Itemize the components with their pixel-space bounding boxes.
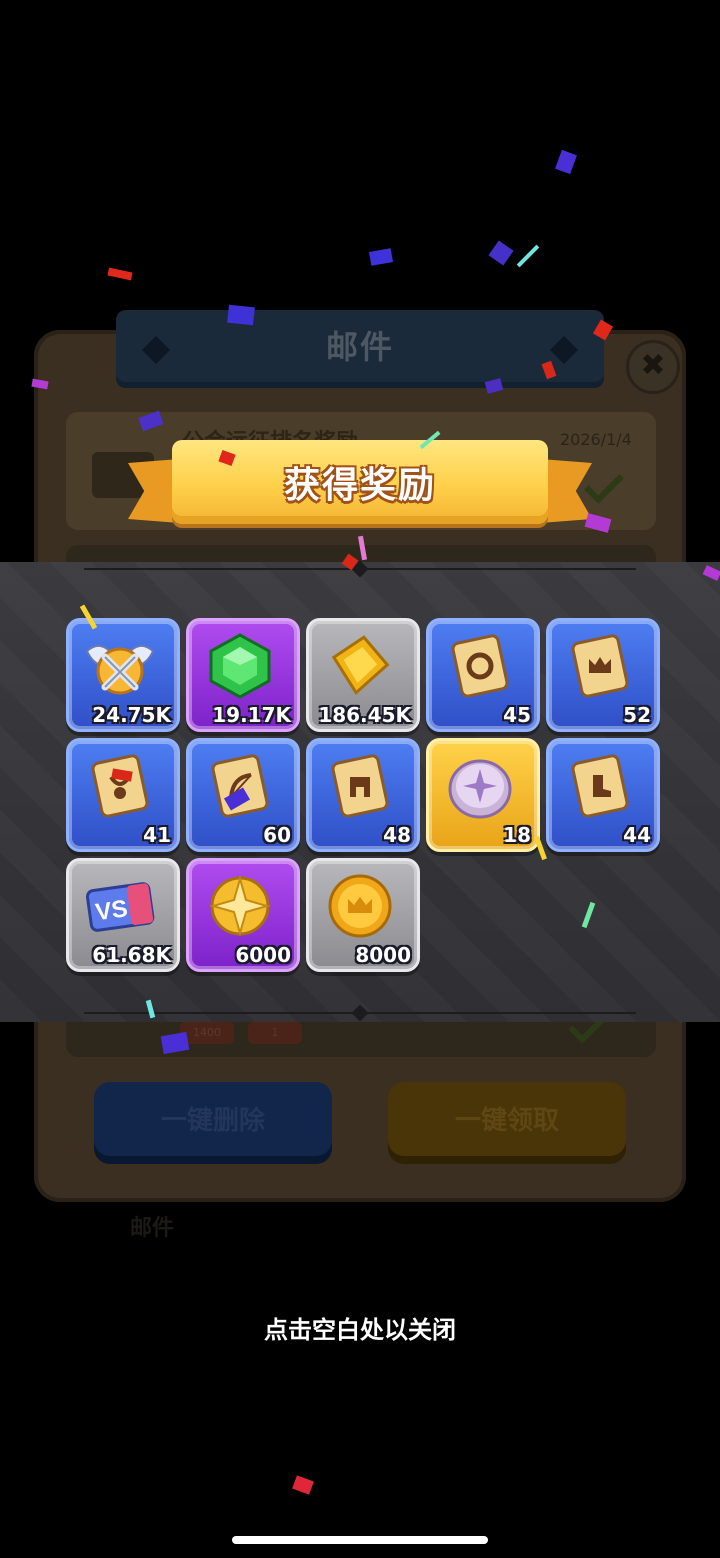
confetti [488,240,514,266]
reward-quantity: 18 [503,823,531,847]
reward-item[interactable]: 24.75K [66,618,180,732]
delete-all-button[interactable]: 一键删除 [94,1082,332,1164]
reward-quantity: 48 [383,823,411,847]
confetti [227,304,255,326]
claim-all-button[interactable]: 一键领取 [388,1082,626,1164]
vs-ticket-icon: VS [85,882,155,932]
gold-star-emblem-icon [209,875,271,937]
gold-coin-icon [331,635,390,696]
bottom-tab-label: 邮件 [130,1216,175,1241]
reward-item[interactable]: 19.17K [186,618,300,732]
scroll-boots-icon [571,754,629,818]
reward-quantity: 60 [263,823,291,847]
scroll-bow-icon [211,754,269,818]
mail-item-date: 2026/1/4 [560,430,632,449]
tap-to-close-hint[interactable]: 点击空白处以关闭 [0,1310,720,1345]
reward-item[interactable]: VS 61.68K [66,858,180,972]
confetti [292,1475,314,1495]
scroll-armor-icon [331,754,389,818]
scroll-amulet-icon [91,754,149,818]
confetti [107,267,133,281]
reward-item[interactable]: 6000 [186,858,300,972]
reward-chip: 1 [248,1022,302,1044]
confetti [516,244,540,268]
reward-quantity: 6000 [235,943,291,967]
green-gem-icon [209,633,271,699]
reward-quantity: 19.17K [212,703,291,727]
winged-swords-badge-icon [85,644,155,695]
reward-item[interactable]: 186.45K [306,618,420,732]
reward-item[interactable]: 52 [546,618,660,732]
reward-item[interactable]: 8000 [306,858,420,972]
crown-coin-icon [328,874,392,938]
reward-quantity: 41 [143,823,171,847]
scroll-helmet-icon [451,634,509,698]
confetti [368,248,394,266]
mail-title: 邮件 [325,328,394,366]
home-indicator[interactable] [232,1536,488,1544]
reward-quantity: 24.75K [92,703,171,727]
scroll-crown-icon [571,634,629,698]
reward-quantity: 61.68K [92,943,171,967]
reward-chip: 1400 [180,1022,234,1044]
reward-item[interactable]: 18 [426,738,540,852]
reward-quantity: 52 [623,703,651,727]
reward-item[interactable]: 45 [426,618,540,732]
reward-item[interactable]: 41 [66,738,180,852]
svg-text:VS: VS [94,895,129,926]
reward-quantity: 186.45K [318,703,411,727]
reward-item[interactable]: 44 [546,738,660,852]
star-coin-icon [448,759,512,819]
confetti [555,149,577,175]
close-icon[interactable]: ✖ [626,340,680,394]
reward-item[interactable]: 48 [306,738,420,852]
reward-quantity: 45 [503,703,531,727]
reward-quantity: 8000 [355,943,411,967]
reward-quantity: 44 [623,823,651,847]
